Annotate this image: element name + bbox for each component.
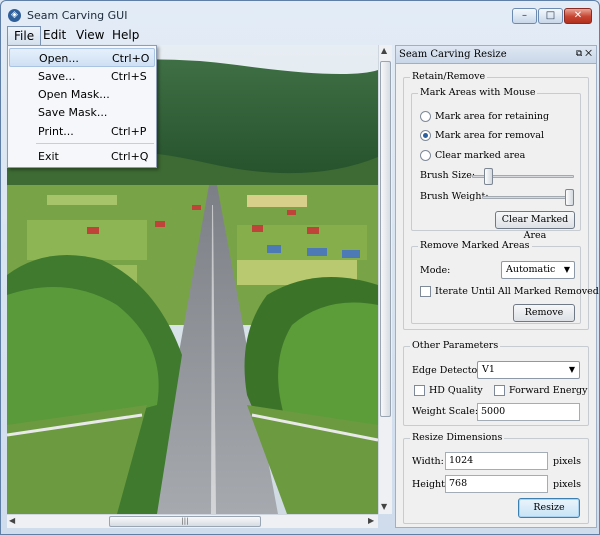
weight-scale-input[interactable]: 5000 <box>477 403 580 421</box>
menu-save-label: Save... <box>38 70 76 83</box>
app-logo-icon: ◈ <box>8 9 21 22</box>
menu-print-shortcut: Ctrl+P <box>111 125 147 138</box>
menu-exit-label: Exit <box>38 150 59 163</box>
menu-help[interactable]: Help <box>106 26 145 45</box>
seam-carving-panel: Seam Carving Resize ⧉ ✕ Retain/Remove Ma… <box>395 45 599 528</box>
other-params-group: Other Parameters Edge Detector: V1 ▼ HD … <box>403 340 589 426</box>
other-params-label: Other Parameters <box>410 340 501 351</box>
radio-retain[interactable] <box>420 111 431 122</box>
menu-print-label: Print... <box>38 125 74 138</box>
vertical-scrollbar[interactable]: ▲ ▼ <box>378 45 392 514</box>
menu-edit[interactable]: Edit <box>37 26 72 45</box>
edge-detector-value: V1 <box>482 364 495 375</box>
radio-removal[interactable] <box>420 130 431 141</box>
mode-select[interactable]: Automatic ▼ <box>501 261 575 279</box>
radio-clear[interactable] <box>420 150 431 161</box>
scroll-right-arrow-icon[interactable]: ▶ <box>368 516 374 525</box>
menu-print-item[interactable]: Print... Ctrl+P <box>9 122 155 141</box>
width-unit: pixels <box>553 456 582 467</box>
maximize-button[interactable]: □ <box>538 8 563 24</box>
menu-open-item[interactable]: Open... Ctrl+O <box>9 48 155 67</box>
height-input[interactable]: 768 <box>445 475 548 493</box>
iterate-row[interactable]: Iterate Until All Marked Removed <box>420 286 599 297</box>
scroll-up-arrow-icon[interactable]: ▲ <box>381 46 387 55</box>
close-button[interactable]: ✕ <box>564 8 592 24</box>
radio-retain-label: Mark area for retaining <box>435 111 550 122</box>
brush-size-knob[interactable] <box>484 168 493 185</box>
remove-marked-group: Remove Marked Areas Mode: Automatic ▼ It… <box>411 240 599 324</box>
menu-save-mask-item[interactable]: Save Mask... <box>9 103 155 122</box>
resize-dimensions-group: Resize Dimensions Width: 1024 pixels Hei… <box>403 432 589 524</box>
hd-quality-checkbox[interactable] <box>414 385 425 396</box>
mark-areas-label: Mark Areas with Mouse <box>418 87 538 98</box>
app-window: ◈ Seam Carving GUI – □ ✕ File Edit View … <box>0 0 600 535</box>
weight-scale-label: Weight Scale: <box>412 406 479 417</box>
width-input[interactable]: 1024 <box>445 452 548 470</box>
remove-marked-label: Remove Marked Areas <box>418 240 532 251</box>
edge-detector-label: Edge Detector: <box>412 365 486 376</box>
retain-remove-group: Retain/Remove Mark Areas with Mouse Mark… <box>403 71 599 330</box>
mark-areas-group: Mark Areas with Mouse Mark area for reta… <box>411 87 581 241</box>
horizontal-scroll-thumb[interactable]: ||| <box>109 516 261 527</box>
minimize-button[interactable]: – <box>512 8 537 24</box>
panel-header[interactable]: Seam Carving Resize ⧉ ✕ <box>396 46 596 64</box>
retain-remove-label: Retain/Remove <box>410 71 488 82</box>
menu-save-item[interactable]: Save... Ctrl+S <box>9 67 155 86</box>
clear-marked-area-button[interactable]: Clear Marked Area <box>495 211 575 241</box>
iterate-label: Iterate Until All Marked Removed <box>435 286 599 297</box>
brush-size-label: Brush Size: <box>420 170 476 181</box>
forward-energy-checkbox[interactable] <box>494 385 505 396</box>
resize-dimensions-label: Resize Dimensions <box>410 432 505 443</box>
radio-clear-row[interactable]: Clear marked area <box>420 150 525 161</box>
remove-button[interactable]: Remove <box>513 304 575 322</box>
radio-retain-row[interactable]: Mark area for retaining <box>420 111 549 122</box>
menu-save-mask-label: Save Mask... <box>38 106 108 119</box>
mode-label: Mode: <box>420 265 451 276</box>
menu-bar: File Edit View Help <box>5 26 597 45</box>
menu-open-shortcut: Ctrl+O <box>112 52 150 65</box>
radio-removal-label: Mark area for removal <box>435 130 544 141</box>
forward-energy-label: Forward Energy <box>509 385 588 396</box>
scroll-down-arrow-icon[interactable]: ▼ <box>381 502 387 511</box>
horizontal-scrollbar[interactable]: ◀ ||| ▶ <box>7 514 378 528</box>
window-title: Seam Carving GUI <box>27 9 128 22</box>
edge-detector-select[interactable]: V1 ▼ <box>477 361 580 379</box>
menu-exit-item[interactable]: Exit Ctrl+Q <box>9 147 155 166</box>
chevron-down-icon: ▼ <box>568 365 575 374</box>
file-menu-dropdown: Open... Ctrl+O Save... Ctrl+S Open Mask.… <box>7 45 157 168</box>
vertical-scroll-thumb[interactable] <box>380 61 391 417</box>
scroll-left-arrow-icon[interactable]: ◀ <box>9 516 15 525</box>
brush-weight-knob[interactable] <box>565 189 574 206</box>
hd-quality-row[interactable]: HD Quality <box>414 385 483 396</box>
mode-select-value: Automatic <box>506 264 556 275</box>
menu-open-label: Open... <box>39 52 79 65</box>
height-unit: pixels <box>553 479 582 490</box>
panel-title: Seam Carving Resize <box>399 49 507 60</box>
menu-view[interactable]: View <box>70 26 110 45</box>
hd-quality-label: HD Quality <box>429 385 483 396</box>
radio-clear-label: Clear marked area <box>435 150 526 161</box>
height-label: Height: <box>412 479 449 490</box>
menu-file[interactable]: File <box>7 26 42 45</box>
brush-weight-slider[interactable] <box>482 196 574 199</box>
menu-open-mask-item[interactable]: Open Mask... <box>9 85 155 104</box>
iterate-checkbox[interactable] <box>420 286 431 297</box>
width-label: Width: <box>412 456 444 467</box>
panel-float-close-icon[interactable]: ⧉ ✕ <box>576 46 592 63</box>
menu-exit-shortcut: Ctrl+Q <box>111 150 149 163</box>
brush-weight-label: Brush Weight: <box>420 191 489 202</box>
radio-removal-row[interactable]: Mark area for removal <box>420 130 544 141</box>
title-bar[interactable]: ◈ Seam Carving GUI – □ ✕ <box>1 1 599 29</box>
resize-button[interactable]: Resize <box>518 498 580 518</box>
chevron-down-icon: ▼ <box>563 265 570 274</box>
menu-save-shortcut: Ctrl+S <box>111 70 147 83</box>
forward-energy-row[interactable]: Forward Energy <box>494 385 587 396</box>
menu-open-mask-label: Open Mask... <box>38 88 110 101</box>
menu-separator <box>36 143 154 144</box>
